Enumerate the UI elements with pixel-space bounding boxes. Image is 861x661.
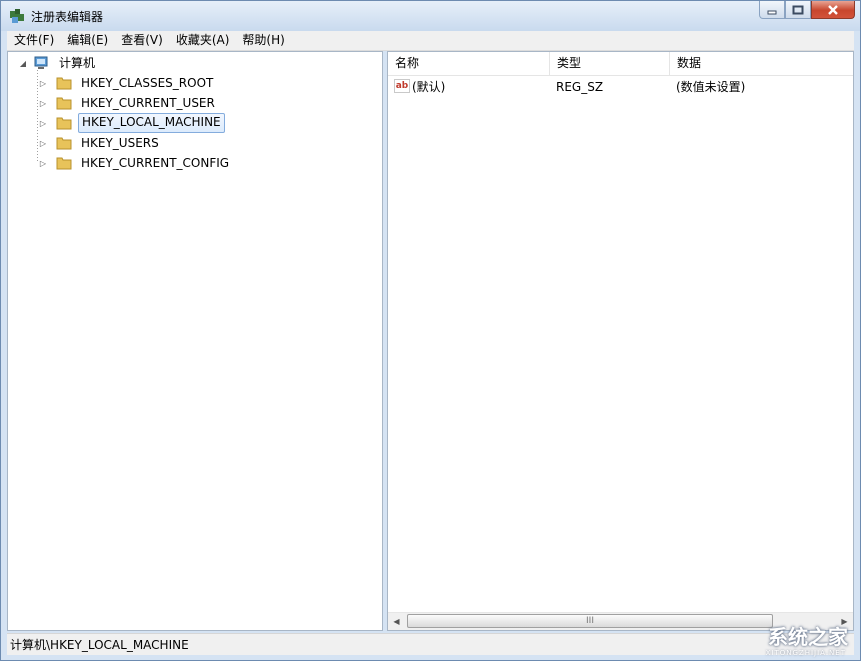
tree-node-label: HKEY_CLASSES_ROOT <box>81 76 214 90</box>
tree-node-label: HKEY_CURRENT_CONFIG <box>81 156 230 170</box>
column-header-data[interactable]: 数据 <box>670 52 853 75</box>
computer-icon <box>34 56 48 69</box>
scrollbar-thumb[interactable]: III <box>407 614 773 628</box>
value-data: (数值未设置) <box>676 80 746 94</box>
expand-arrow-icon[interactable]: ▷ <box>38 158 48 168</box>
tree-node-hku[interactable]: ▷ HKEY_USERS <box>38 133 162 153</box>
menu-favorites[interactable]: 收藏夹(A) <box>169 31 236 50</box>
tree-node-label-selected: HKEY_LOCAL_MACHINE <box>78 113 225 133</box>
menu-bar: 文件(F) 编辑(E) 查看(V) 收藏夹(A) 帮助(H) <box>7 31 854 51</box>
value-type: REG_SZ <box>556 80 604 94</box>
table-row[interactable]: ab (默认) REG_SZ (数值未设置) <box>388 76 853 98</box>
column-headers: 名称 类型 数据 <box>388 52 853 76</box>
folder-icon <box>56 97 72 110</box>
expand-arrow-icon[interactable]: ▷ <box>38 138 48 148</box>
menu-file[interactable]: 文件(F) <box>7 31 60 50</box>
collapse-arrow-icon[interactable]: ◢ <box>18 58 28 68</box>
tree-pane[interactable]: ◢ 计算机 ▷ HKEY_CLASSES_ROOT ▷ HKEY_CURRENT… <box>7 51 383 631</box>
window-title: 注册表编辑器 <box>31 10 104 24</box>
menu-view[interactable]: 查看(V) <box>114 31 169 50</box>
folder-icon <box>56 157 72 170</box>
menu-help[interactable]: 帮助(H) <box>235 31 290 50</box>
status-bar: 计算机\HKEY_LOCAL_MACHINE <box>7 633 854 655</box>
watermark-logo: 系统之家 <box>768 625 848 649</box>
tree-root-label: 计算机 <box>59 56 96 70</box>
watermark-sub: XITONGZHIJIA.NET <box>765 649 846 657</box>
tree-node-hkcr[interactable]: ▷ HKEY_CLASSES_ROOT <box>38 73 216 93</box>
tree-node-computer[interactable]: ◢ 计算机 <box>18 53 98 73</box>
expand-arrow-icon[interactable]: ▷ <box>38 98 48 108</box>
string-value-icon: ab <box>394 79 410 93</box>
maximize-icon <box>792 5 804 15</box>
scroll-left-icon[interactable]: ◀ <box>388 613 405 630</box>
minimize-icon <box>767 10 777 15</box>
folder-icon <box>56 77 72 90</box>
tree-node-hkcu[interactable]: ▷ HKEY_CURRENT_USER <box>38 93 218 113</box>
title-bar[interactable]: 注册表编辑器 <box>1 1 860 31</box>
tree-node-hkcc[interactable]: ▷ HKEY_CURRENT_CONFIG <box>38 153 232 173</box>
folder-icon <box>56 117 72 130</box>
close-button[interactable] <box>811 1 855 19</box>
caption-buttons <box>759 1 855 20</box>
regedit-window: 注册表编辑器 文件(F) 编辑(E) 查看(V) 收藏夹(A) 帮助(H) ◢ <box>0 0 861 661</box>
regedit-app-icon <box>10 9 24 23</box>
menu-edit[interactable]: 编辑(E) <box>60 31 114 50</box>
expand-arrow-icon[interactable]: ▷ <box>38 118 48 128</box>
maximize-button[interactable] <box>785 1 811 19</box>
column-header-name[interactable]: 名称 <box>388 52 550 75</box>
tree-node-label: HKEY_CURRENT_USER <box>81 96 215 110</box>
expand-arrow-icon[interactable]: ▷ <box>38 78 48 88</box>
value-name: (默认) <box>412 80 446 94</box>
folder-icon <box>56 137 72 150</box>
tree-node-hklm[interactable]: ▷ HKEY_LOCAL_MACHINE <box>38 113 225 133</box>
minimize-button[interactable] <box>759 1 785 19</box>
close-icon <box>828 5 838 15</box>
tree-node-label: HKEY_USERS <box>81 136 159 150</box>
column-header-type[interactable]: 类型 <box>550 52 670 75</box>
values-pane[interactable]: 名称 类型 数据 ab (默认) REG_SZ (数值未设置) ◀ III ▶ <box>387 51 854 631</box>
